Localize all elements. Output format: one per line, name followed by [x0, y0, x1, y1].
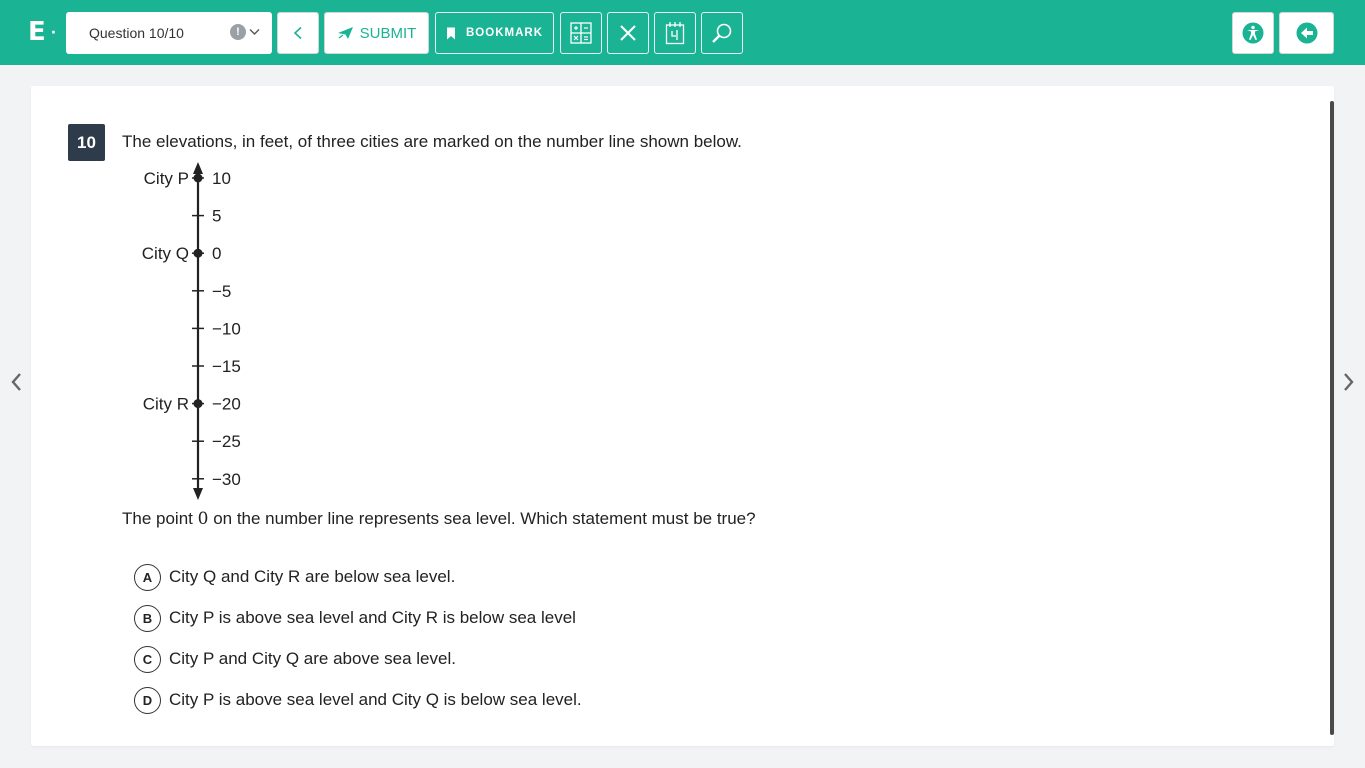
submit-button[interactable]: SUBMIT — [324, 12, 429, 54]
scrollbar[interactable] — [1330, 101, 1334, 735]
tick-label: −30 — [212, 470, 241, 489]
chevron-down-icon — [249, 24, 260, 40]
chevron-right-icon — [1343, 372, 1355, 397]
choice-letter-badge: C — [134, 645, 161, 673]
eliminate-choice-button[interactable] — [607, 12, 649, 54]
choice-letter-badge: B — [134, 604, 161, 632]
app-logo: E · — [28, 17, 58, 47]
bookmark-button[interactable]: BOOKMARK — [435, 12, 554, 54]
question-selector-label: Question 10/10 — [89, 25, 184, 41]
choice-text: City Q and City R are below sea level. — [169, 567, 456, 586]
question-number-badge: 10 — [68, 124, 105, 161]
choice-text: City P is above sea level and City Q is … — [169, 690, 582, 709]
number-line-ticks: 10 5 0 −5 −10 −15 −20 −25 −30 — [192, 169, 241, 489]
previous-question-button[interactable] — [277, 12, 319, 54]
question-prompt: The elevations, in feet, of three cities… — [122, 132, 742, 151]
answer-choice-c[interactable]: C City P and City Q are above sea level. — [134, 645, 456, 673]
accessibility-button[interactable] — [1232, 12, 1274, 54]
bookmark-label: BOOKMARK — [466, 27, 543, 39]
tick-label: −10 — [212, 319, 241, 338]
tick-label: 0 — [212, 244, 221, 263]
city-label: City R — [143, 395, 189, 414]
number-line-figure: 10 5 0 −5 −10 −15 −20 −25 −30 City P City Q City R — [142, 162, 241, 500]
choice-letter-badge: A — [134, 563, 161, 591]
tick-label: −25 — [212, 432, 241, 451]
notepad-button[interactable] — [654, 12, 696, 54]
city-point — [193, 173, 203, 183]
next-page-arrow[interactable] — [1339, 372, 1359, 396]
city-label: City Q — [142, 244, 189, 263]
city-point — [193, 399, 203, 409]
answer-choice-b[interactable]: B City P is above sea level and City R i… — [134, 604, 576, 632]
calculator-button[interactable] — [560, 12, 602, 54]
submit-icon — [337, 26, 354, 40]
question-follow-up: The point 0 on the number line represent… — [122, 509, 756, 529]
down-arrow-head — [193, 488, 203, 500]
bookmark-icon — [446, 27, 456, 40]
submit-label: SUBMIT — [359, 24, 417, 42]
previous-page-arrow[interactable] — [6, 372, 26, 396]
tick-label: −15 — [212, 357, 241, 376]
exit-icon — [1296, 22, 1318, 44]
question-selector[interactable]: Question 10/10 ! — [66, 12, 272, 54]
back-arrow-icon — [292, 26, 304, 40]
answer-choice-d[interactable]: D City P is above sea level and City Q i… — [134, 686, 582, 714]
tick-label: 10 — [212, 169, 231, 188]
choice-letter-badge: D — [134, 686, 161, 714]
city-point — [193, 248, 203, 258]
exit-button[interactable] — [1279, 12, 1334, 54]
up-arrow-head — [193, 162, 203, 174]
accessibility-icon — [1242, 22, 1264, 44]
close-icon — [619, 24, 637, 42]
answer-choice-a[interactable]: A City Q and City R are below sea level. — [134, 563, 455, 591]
flag-icon: ! — [230, 24, 246, 40]
tick-label: −5 — [212, 282, 231, 301]
tick-label: −20 — [212, 395, 241, 414]
chevron-left-icon — [10, 372, 22, 397]
top-toolbar: E · Question 10/10 ! SUBMIT BOOKMARK — [0, 0, 1365, 65]
calculator-icon — [570, 22, 592, 44]
number-line-axis — [193, 162, 203, 500]
choice-text: City P and City Q are above sea level. — [169, 649, 456, 668]
choice-text: City P is above sea level and City R is … — [169, 608, 576, 627]
magnifier-icon — [711, 22, 733, 44]
magnifier-button[interactable] — [701, 12, 743, 54]
city-label: City P — [144, 169, 189, 188]
tick-label: 5 — [212, 207, 221, 226]
notepad-icon — [665, 21, 685, 45]
